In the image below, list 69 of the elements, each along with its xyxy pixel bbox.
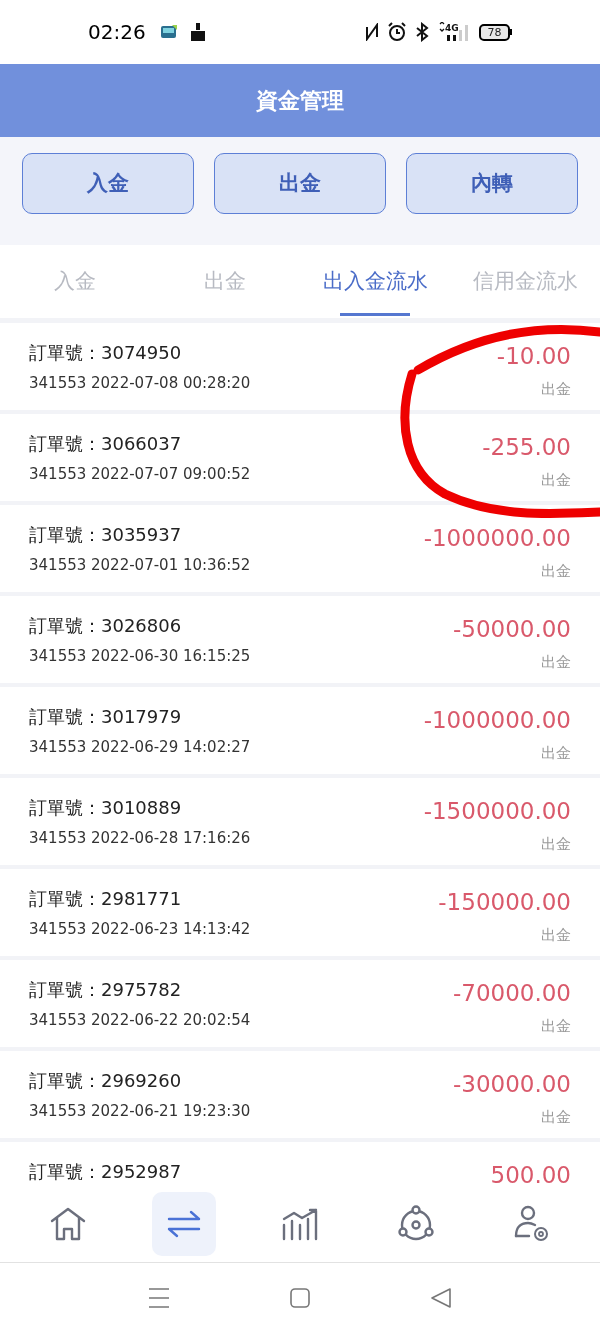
record-detail: 341553 2022-06-23 14:13:42 [29, 919, 251, 940]
user-settings-icon [513, 1203, 551, 1244]
record-type: 出金 [541, 469, 571, 491]
order-number: 訂單號：2975782 [29, 978, 183, 1002]
record-detail: 341553 2022-06-21 19:23:30 [29, 1101, 251, 1122]
back-icon[interactable] [430, 1288, 452, 1308]
order-number: 訂單號：3035937 [29, 523, 183, 547]
nav-tab[interactable] [152, 1191, 216, 1256]
record-row[interactable]: 訂單號：3074950 341553 2022-07-08 00:28:20 -10.00 出金 [0, 323, 600, 410]
record-type: 出金 [541, 924, 571, 946]
amount: -150000.00 [438, 888, 571, 917]
amount: -1000000.00 [423, 524, 571, 553]
record-detail: 341553 2022-07-01 10:36:52 [29, 555, 251, 576]
record-row[interactable]: 訂單號：2952987 500.00 [0, 1142, 600, 1185]
nfc-icon [365, 23, 379, 41]
broom-icon [189, 23, 206, 41]
record-type: 出金 [541, 833, 571, 855]
record-type: 出金 [541, 651, 571, 673]
record-detail: 341553 2022-07-08 00:28:20 [29, 373, 251, 394]
battery-indicator: 78 [479, 23, 512, 41]
action-button[interactable]: 內轉 [406, 153, 578, 214]
amount: -1000000.00 [423, 706, 571, 735]
order-number: 訂單號：3010889 [29, 796, 183, 820]
record-detail: 341553 2022-06-22 20:02:54 [29, 1010, 251, 1031]
amount: 500.00 [490, 1161, 571, 1185]
record-row[interactable]: 訂單號：3017979 341553 2022-06-29 14:02:27 -1000000.00 出金 [0, 687, 600, 774]
home-icon [49, 1205, 87, 1242]
amount: -30000.00 [452, 1070, 571, 1099]
record-detail: 341553 2022-06-28 17:16:26 [29, 828, 251, 849]
record-type: 出金 [541, 560, 571, 582]
network-icon [397, 1204, 435, 1243]
record-row[interactable]: 訂單號：3026806 341553 2022-06-30 16:15:25 -50000.00 出金 [0, 596, 600, 683]
record-row[interactable]: 訂單號：2969260 341553 2022-06-21 19:23:30 -30000.00 出金 [0, 1051, 600, 1138]
order-number: 訂單號：2981771 [29, 887, 183, 911]
record-row[interactable]: 訂單號：2981771 341553 2022-06-23 14:13:42 -150000.00 出金 [0, 869, 600, 956]
alarm-icon [387, 22, 407, 42]
order-number: 訂單號：3017979 [29, 705, 183, 729]
bluetooth-icon [415, 22, 429, 42]
record-type: 出金 [541, 1106, 571, 1128]
order-number: 訂單號：3026806 [29, 614, 183, 638]
record-detail: 341553 2022-07-07 09:00:52 [29, 464, 251, 485]
record-detail: 341553 2022-06-29 14:02:27 [29, 737, 251, 758]
home-square-icon[interactable] [290, 1288, 310, 1308]
menu-icon[interactable] [148, 1287, 170, 1309]
record-type: 出金 [541, 378, 571, 400]
amount: -255.00 [482, 433, 571, 462]
order-number: 訂單號：2952987 [29, 1160, 182, 1184]
chart-icon [281, 1206, 319, 1241]
page-title: 資金管理 [256, 87, 344, 115]
app-notification-icon [159, 24, 178, 40]
order-number: 訂單號：2969260 [29, 1069, 183, 1093]
record-detail: 341553 2022-06-30 16:15:25 [29, 646, 251, 667]
tab[interactable]: 出入金流水 [300, 245, 450, 318]
action-button[interactable]: 入金 [22, 153, 194, 214]
transfer-icon [166, 1208, 202, 1239]
amount: -1500000.00 [423, 797, 571, 826]
action-button[interactable]: 出金 [214, 153, 386, 214]
order-number: 訂單號：3074950 [29, 341, 183, 365]
record-row[interactable]: 訂單號：3010889 341553 2022-06-28 17:16:26 -1500000.00 出金 [0, 778, 600, 865]
amount: -70000.00 [452, 979, 571, 1008]
record-row[interactable]: 訂單號：3066037 341553 2022-07-07 09:00:52 -255.00 出金 [0, 414, 600, 501]
amount: -50000.00 [452, 615, 571, 644]
record-type: 出金 [541, 1015, 571, 1037]
record-type: 出金 [541, 742, 571, 764]
record-row[interactable]: 訂單號：3035937 341553 2022-07-01 10:36:52 -1000000.00 出金 [0, 505, 600, 592]
record-row[interactable]: 訂單號：2975782 341553 2022-06-22 20:02:54 -70000.00 出金 [0, 960, 600, 1047]
status-time: 02:26 [88, 19, 146, 46]
order-number: 訂單號：3066037 [29, 432, 183, 456]
amount: -10.00 [496, 342, 571, 371]
